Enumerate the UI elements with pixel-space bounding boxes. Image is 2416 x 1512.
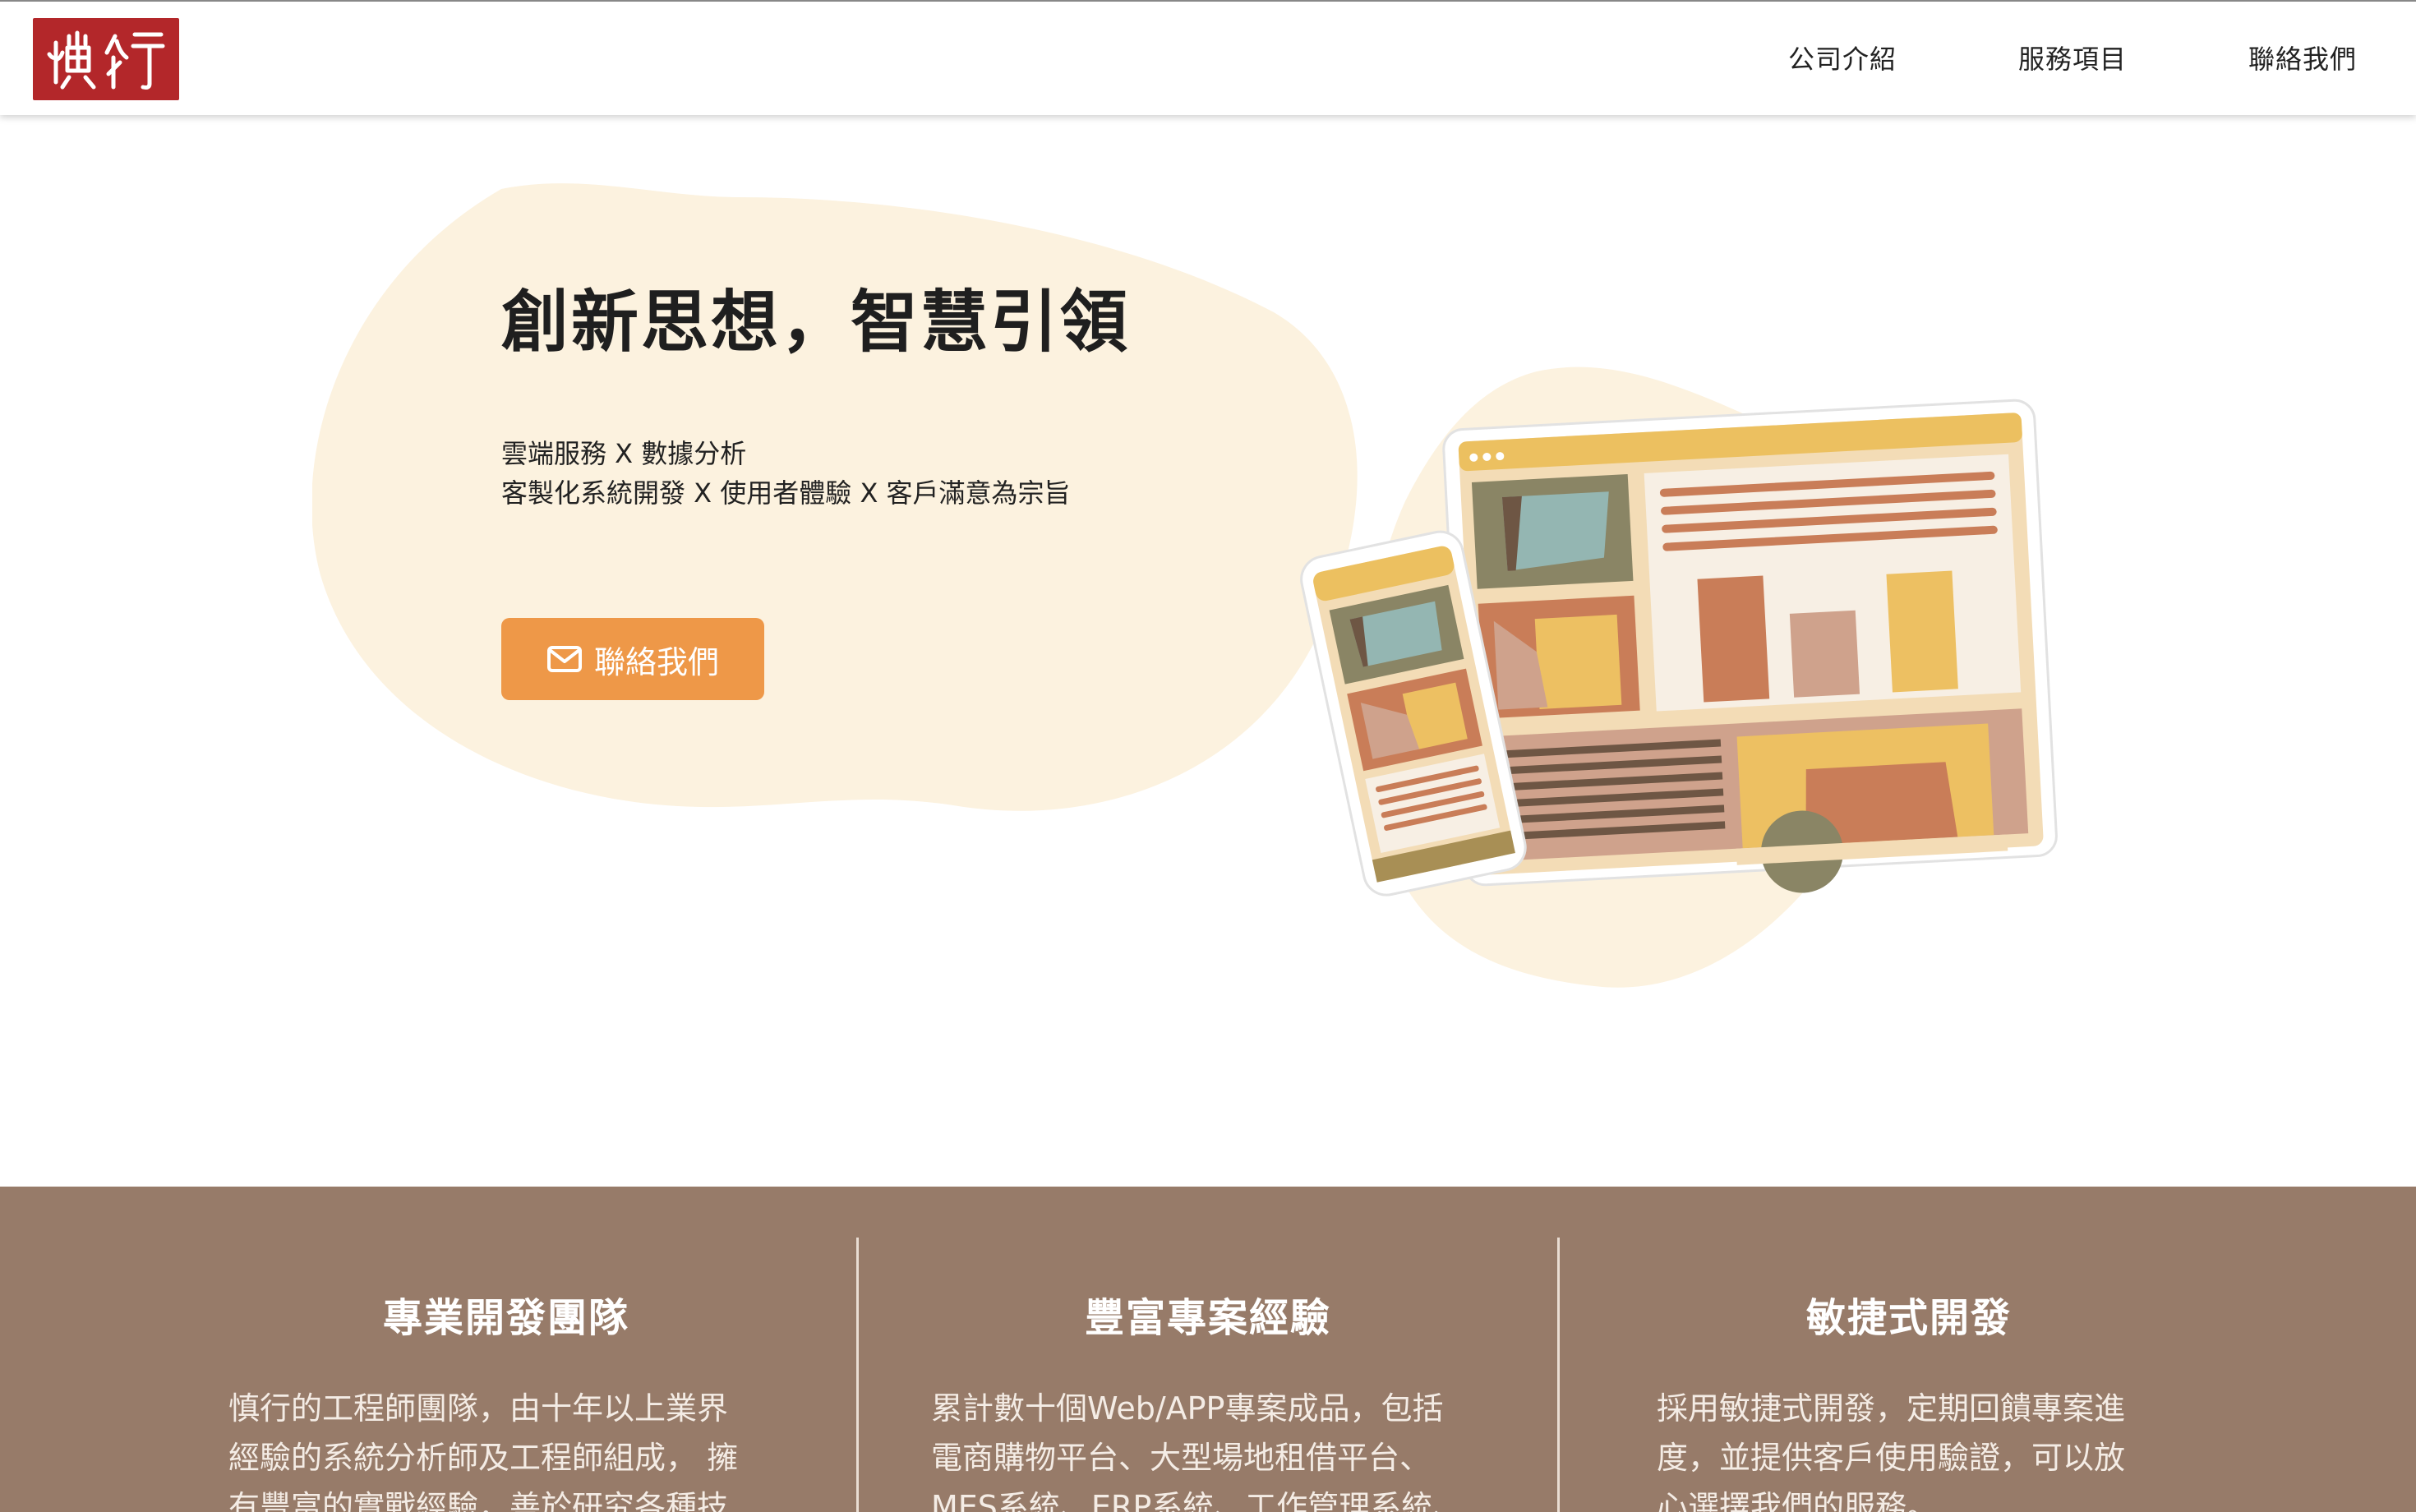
feature-text-line: 採用敏捷式開發，定期回饋專案進 xyxy=(1657,1390,2126,1427)
feature-text-line: 慎行的工程師團隊，由十年以上業界 xyxy=(228,1390,729,1427)
feature-text-line: 經驗的系統分析師及工程師組成， 擁 xyxy=(228,1440,739,1476)
devices-illustration xyxy=(1300,366,2058,988)
hero-subtitle-line1: 雲端服務 X 數據分析 xyxy=(501,438,747,469)
feature-title: 敏捷式開發 xyxy=(1805,1295,2012,1341)
contact-us-button-label: 聯絡我們 xyxy=(593,643,719,680)
feature-text-line: 累計數十個Web/APP專案成品，包括 xyxy=(931,1390,1444,1427)
feature-title: 豐富專案經驗 xyxy=(1084,1295,1331,1341)
hero-title: 創新思想，智慧引領 xyxy=(501,284,1131,362)
feature-text-line: 電商購物平台、大型場地租借平台、 xyxy=(931,1440,1432,1476)
envelope-icon xyxy=(546,646,582,672)
feature-description: 累計數十個Web/APP專案成品，包括 電商購物平台、大型場地租借平台、 MES… xyxy=(931,1384,1464,1512)
feature-text-line: 度，並提供客戶使用驗證，可以放 xyxy=(1657,1440,2126,1476)
feature-text-line: 心選擇我們的服務。 xyxy=(1657,1489,1939,1512)
site-header: 公司介紹 服務項目 聯絡我們 xyxy=(0,0,2416,115)
nav-services[interactable]: 服務項目 xyxy=(2018,46,2127,72)
hero-subtitle-line2: 客製化系統開發 X 使用者體驗 X 客戶滿意為宗旨 xyxy=(501,477,1071,509)
feature-card-team: 專業開發團隊 慎行的工程師團隊，由十年以上業界 經驗的系統分析師及工程師組成， … xyxy=(156,1187,855,1512)
feature-text-line: 有豐富的實戰經驗，善於研究各種技 xyxy=(228,1489,729,1512)
feature-card-experience: 豐富專案經驗 累計數十個Web/APP專案成品，包括 電商購物平台、大型場地租借… xyxy=(859,1187,1557,1512)
features-section: 專業開發團隊 慎行的工程師團隊，由十年以上業界 經驗的系統分析師及工程師組成， … xyxy=(0,1187,2416,1512)
page: 公司介紹 服務項目 聯絡我們 創新思想，智慧引領 雲端服務 X 數據分析 客製化… xyxy=(0,0,2416,1512)
feature-card-agile: 敏捷式開發 採用敏捷式開發，定期回饋專案進 度，並提供客戶使用驗證，可以放 心選… xyxy=(1560,1187,2258,1512)
main-nav: 公司介紹 服務項目 聯絡我們 xyxy=(1667,46,2357,72)
nav-about[interactable]: 公司介紹 xyxy=(1788,46,1897,72)
feature-description: 採用敏捷式開發，定期回饋專案進 度，並提供客戶使用驗證，可以放 心選擇我們的服務… xyxy=(1657,1384,2125,1512)
contact-us-button[interactable]: 聯絡我們 xyxy=(501,618,764,700)
logo[interactable] xyxy=(33,18,179,100)
logo-seal-icon xyxy=(47,30,165,90)
feature-description: 慎行的工程師團隊，由十年以上業界 經驗的系統分析師及工程師組成， 擁 有豐富的實… xyxy=(228,1384,738,1512)
nav-contact[interactable]: 聯絡我們 xyxy=(2248,46,2357,72)
feature-text-line: MES系統、ERP系統、工作管理系統、 xyxy=(931,1489,1464,1512)
